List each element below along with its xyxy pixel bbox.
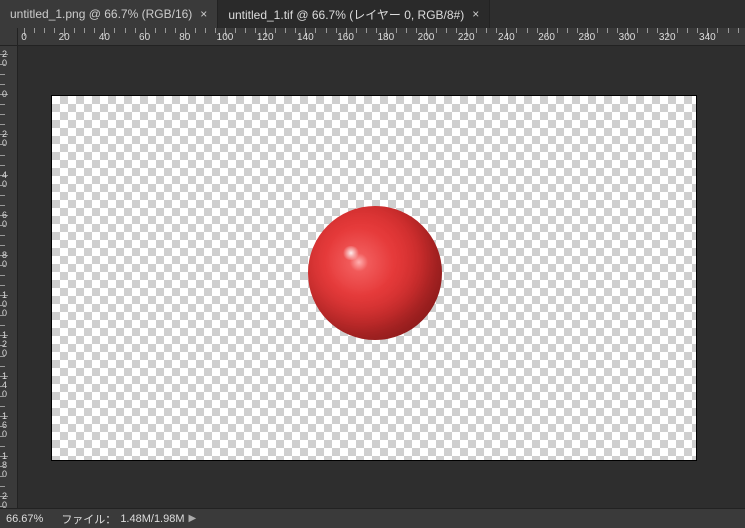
tab-label: untitled_1.tif @ 66.7% (レイヤー 0, RGB/8#) [228, 6, 464, 23]
ruler-number: 0 [2, 90, 7, 99]
ruler-number: 60 [139, 32, 150, 43]
zoom-value: 66.67% [6, 513, 43, 525]
ruler-number: 300 [619, 32, 636, 43]
ruler-number: 320 [659, 32, 676, 43]
ruler-number: 0 [21, 32, 27, 43]
ruler-number: 240 [498, 32, 515, 43]
ruler-number: 100 [217, 32, 234, 43]
ruler-number: 120 [257, 32, 274, 43]
workspace[interactable] [18, 46, 745, 508]
file-label: ファイル： [61, 511, 116, 527]
status-bar: 66.67% ファイル： 1.48M/1.98M ▶ [0, 508, 745, 528]
ruler-number: 220 [458, 32, 475, 43]
horizontal-ruler[interactable]: 0 20 40 60 80 100 120 140 160 180 200 220 240 260 280 3… [18, 28, 745, 46]
document-tab[interactable]: untitled_1.png @ 66.7% (RGB/16) × [0, 0, 218, 28]
ruler-number: 80 [2, 251, 7, 269]
tab-bar: untitled_1.png @ 66.7% (RGB/16) × untitl… [0, 0, 745, 28]
chevron-right-icon: ▶ [189, 513, 197, 524]
ruler-number: 200 [418, 32, 435, 43]
ruler-number: 20 [2, 50, 7, 68]
ruler-number: 260 [538, 32, 555, 43]
close-icon[interactable]: × [200, 7, 207, 21]
red-sphere-image [308, 206, 442, 340]
ruler-number: 40 [99, 32, 110, 43]
ruler-number: 140 [297, 32, 314, 43]
ruler-origin[interactable] [0, 28, 18, 46]
ruler-number: 20 [2, 130, 7, 148]
canvas[interactable] [52, 96, 696, 460]
ruler-number: 80 [179, 32, 190, 43]
ruler-number: 180 [377, 32, 394, 43]
close-icon[interactable]: × [472, 7, 479, 21]
vertical-ruler[interactable]: 20020406080100120140160180200 [0, 46, 18, 508]
ruler-number: 40 [2, 171, 7, 189]
tab-label: untitled_1.png @ 66.7% (RGB/16) [10, 7, 192, 21]
ruler-number: 280 [578, 32, 595, 43]
ruler-number: 160 [337, 32, 354, 43]
document-tab[interactable]: untitled_1.tif @ 66.7% (レイヤー 0, RGB/8#) … [218, 0, 490, 28]
ruler-number: 60 [2, 211, 7, 229]
zoom-field[interactable]: 66.67% [6, 513, 43, 525]
ruler-number: 20 [59, 32, 70, 43]
file-size-field[interactable]: ファイル： 1.48M/1.98M ▶ [61, 511, 196, 527]
file-value: 1.48M/1.98M [120, 513, 184, 525]
ruler-number: 340 [699, 32, 716, 43]
